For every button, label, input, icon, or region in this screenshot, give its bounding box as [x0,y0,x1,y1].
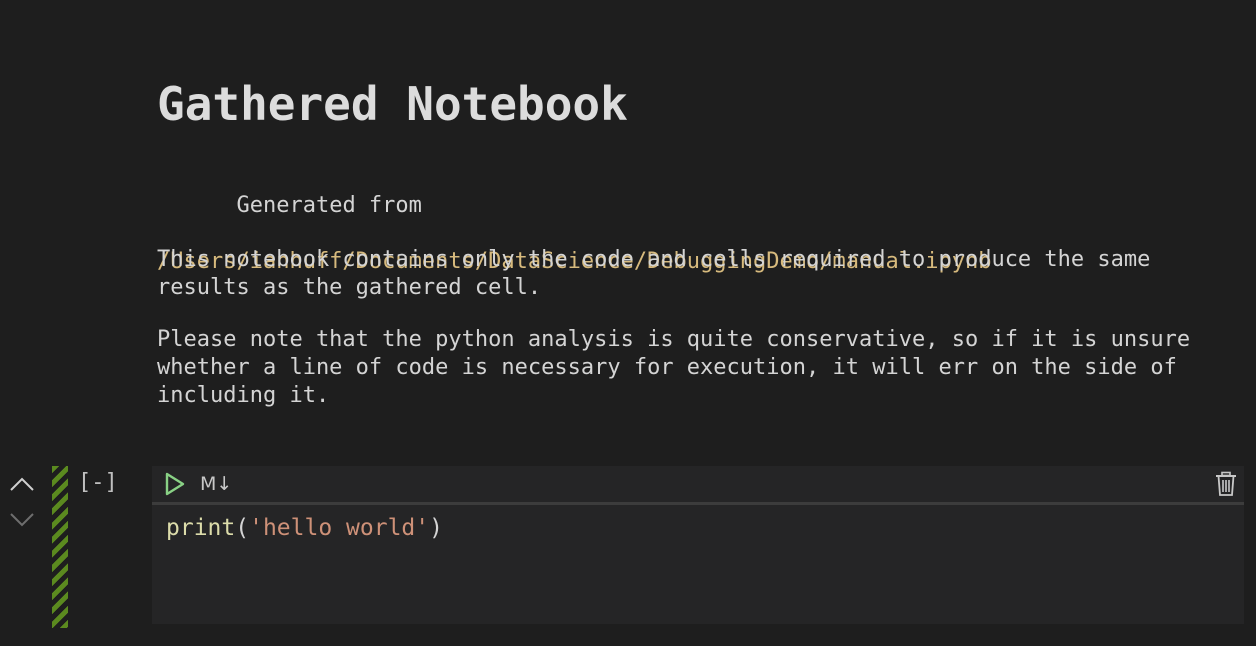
chevron-down-icon [10,513,34,527]
description-paragraph: This notebook contains only the code and… [157,247,1164,300]
code-function-token: print [166,515,236,541]
page-title: Gathered Notebook [157,77,628,131]
change-to-markdown-button[interactable]: M↓ [200,472,232,496]
trash-icon [1216,471,1236,496]
cell-toolbar: M↓ [152,466,1244,505]
code-open-paren: ( [235,515,250,541]
code-editor[interactable]: print('hello world') [166,514,443,542]
play-icon [165,472,185,496]
move-cell-down-button[interactable] [8,506,36,534]
markdown-cell: Gathered Notebook Generated from /Users/… [157,76,1227,408]
code-string-token: 'hello world' [249,515,430,541]
run-cell-button[interactable] [164,472,186,496]
notebook-page: Gathered Notebook Generated from /Users/… [0,0,1256,646]
chevron-up-icon [10,477,34,491]
code-cell[interactable]: M↓ print('hello world') [152,466,1244,624]
execution-count: [-] [78,470,118,495]
note-paragraph: Please note that the python analysis is … [157,327,1204,408]
delete-cell-button[interactable] [1214,471,1238,497]
generated-from-label: Generated from [236,193,422,218]
cell-status-stripe [52,466,68,628]
move-cell-up-button[interactable] [8,470,36,498]
code-close-paren: ) [429,515,443,541]
